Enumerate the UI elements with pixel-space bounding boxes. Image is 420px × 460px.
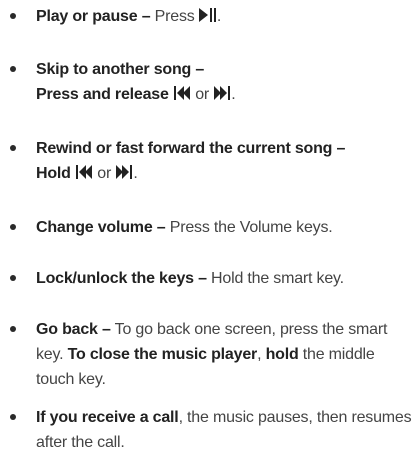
item-tail: . — [216, 8, 222, 25]
bullet-dot — [10, 275, 16, 281]
bullet-dot — [10, 326, 16, 332]
item-tail: . — [231, 86, 236, 103]
item-bold-phrase: To close the music player — [67, 346, 258, 363]
previous-track-icon — [75, 164, 93, 180]
bullet-dot — [10, 13, 16, 19]
list-item-text: Rewind or fast forward the current song … — [36, 136, 414, 186]
item-label-cont: Press and release — [36, 86, 169, 103]
next-track-icon — [213, 85, 231, 101]
list-item-text: Change volume – Press the Volume keys. — [36, 215, 414, 240]
or-text: or — [195, 86, 210, 103]
or-text: or — [97, 165, 112, 182]
bullet-dot — [10, 66, 16, 72]
list-item-text: Lock/unlock the keys – Hold the smart ke… — [36, 266, 414, 291]
next-track-icon — [115, 164, 133, 180]
item-label: Rewind or fast forward the current song … — [36, 140, 346, 157]
item-label-cont: Hold — [36, 165, 71, 182]
instruction-list: Play or pause – Press . Skip to another … — [0, 0, 420, 460]
list-item-text: Play or pause – Press . — [36, 4, 414, 29]
item-tail: . — [133, 165, 138, 182]
item-label: Skip to another song – — [36, 61, 205, 78]
item-label: Lock/unlock the keys – — [36, 270, 207, 287]
item-label: Play or pause – — [36, 8, 151, 25]
item-bold-word: hold — [265, 346, 299, 363]
list-item-text: Go back – To go back one screen, press t… — [36, 317, 414, 392]
item-text: Press the Volume keys. — [169, 219, 333, 236]
previous-track-icon — [173, 85, 191, 101]
list-item-text: Skip to another song – Press and release… — [36, 57, 414, 107]
bullet-dot — [10, 145, 16, 151]
item-comma: , — [257, 346, 262, 363]
item-text: Hold the smart key. — [211, 270, 344, 287]
list-item-text: If you receive a call, the music pauses,… — [36, 405, 414, 455]
bullet-dot — [10, 224, 16, 230]
item-text: Press — [154, 8, 195, 25]
play-pause-icon — [198, 7, 217, 23]
item-label: If you receive a call — [36, 409, 179, 426]
item-label: Go back – — [36, 321, 111, 338]
item-label: Change volume – — [36, 219, 166, 236]
bullet-dot — [10, 414, 16, 420]
